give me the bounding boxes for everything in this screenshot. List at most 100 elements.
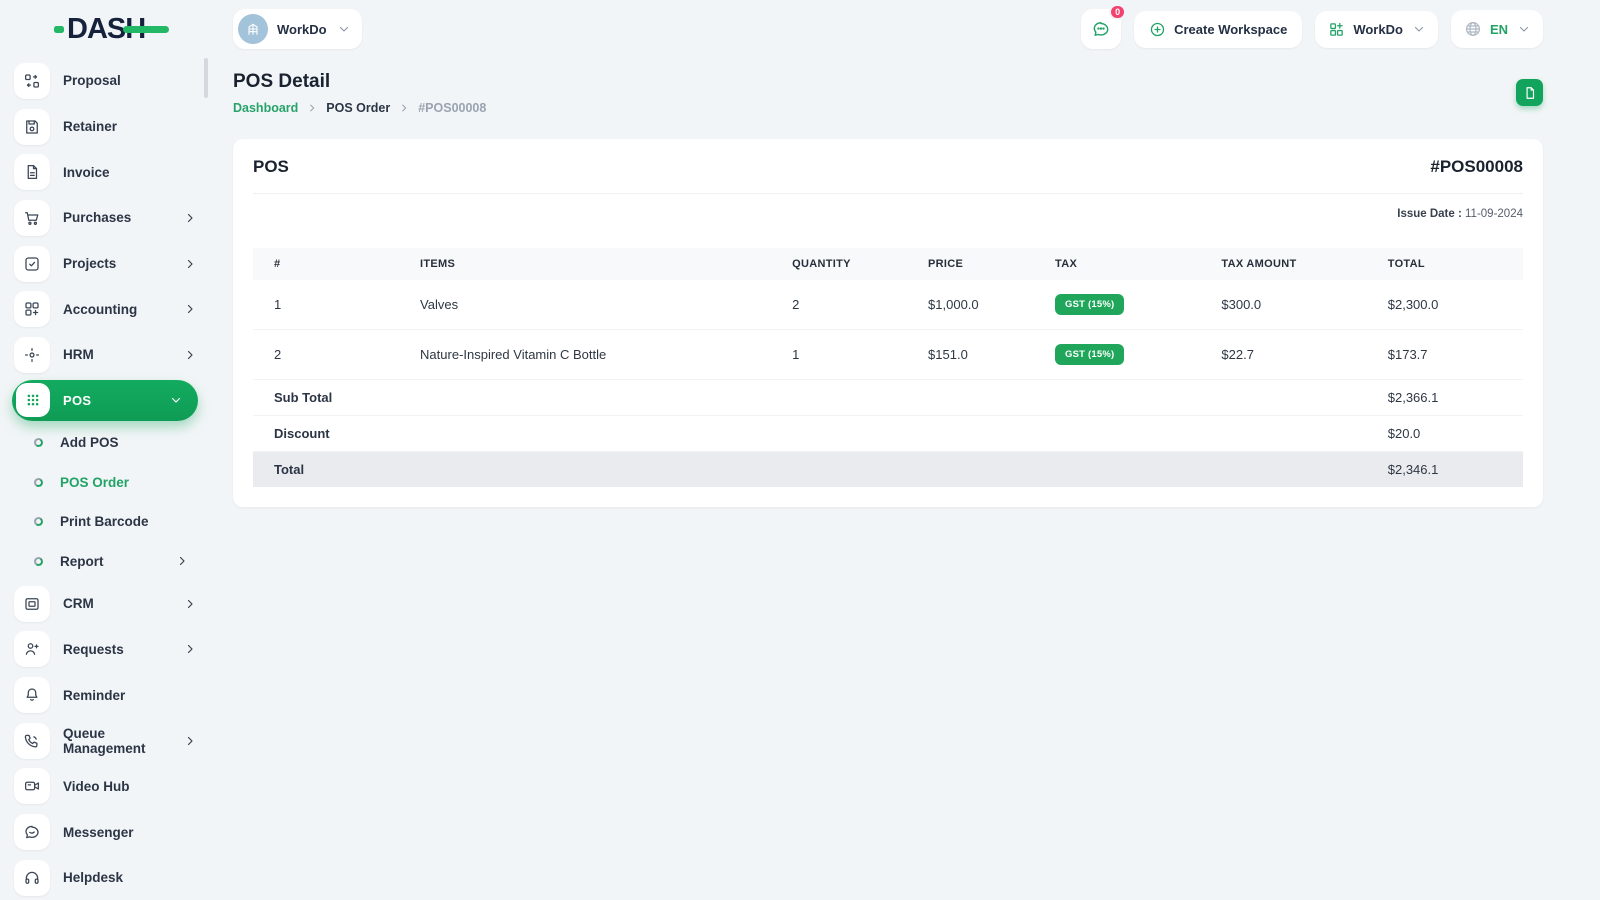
create-workspace-label: Create Workspace: [1174, 21, 1288, 37]
chevron-right-icon: [176, 555, 188, 567]
cart-icon: [14, 199, 50, 236]
chevron-right-icon: [184, 212, 196, 224]
cell-total: $173.7: [1366, 329, 1523, 380]
sidebar-scrollbar[interactable]: [204, 58, 208, 98]
sidebar-item-label: Accounting: [63, 301, 138, 317]
discount-value: $20.0: [1366, 415, 1523, 452]
bullet-icon: [33, 437, 44, 448]
sidebar-item-label: POS: [63, 392, 92, 408]
app-logo[interactable]: DASH: [0, 0, 210, 58]
issue-date-label: Issue Date :: [1397, 208, 1462, 220]
messages-button[interactable]: 0: [1081, 4, 1127, 49]
chevron-down-icon: [338, 23, 350, 35]
sidebar-item-invoice[interactable]: Invoice: [0, 149, 210, 195]
table-row: 1 Valves 2 $1,000.0 GST (15%) $300.0 $2,…: [253, 280, 1523, 330]
sidebar-item-video-hub[interactable]: Video Hub: [0, 764, 210, 810]
cell-item: Valves: [399, 280, 772, 330]
sidebar-item-helpdesk[interactable]: Helpdesk: [0, 855, 210, 900]
workdo-menu-button[interactable]: WorkDo: [1315, 10, 1438, 48]
cell-tax-amount: $300.0: [1200, 280, 1367, 330]
topbar-actions: 0 Create Workspace WorkDo EN: [1081, 4, 1543, 49]
tax-badge: GST (15%): [1055, 294, 1125, 315]
sidebar-nav: Proposal Retainer Invoice Purchases Proj…: [0, 58, 210, 900]
sidebar-item-proposal[interactable]: Proposal: [0, 58, 210, 104]
cell-price: $151.0: [907, 329, 1035, 380]
hrm-icon: [14, 336, 50, 373]
cell-item: Nature-Inspired Vitamin C Bottle: [399, 329, 772, 380]
cell-quantity: 1: [771, 329, 908, 380]
sidebar-item-projects[interactable]: Projects: [0, 241, 210, 287]
sidebar-item-reminder[interactable]: Reminder: [0, 672, 210, 718]
chat-bubble-icon: [1093, 22, 1109, 36]
sidebar-item-crm[interactable]: CRM: [0, 581, 210, 627]
bullet-icon: [33, 476, 44, 488]
cell-quantity: 2: [771, 280, 908, 330]
language-selector[interactable]: EN: [1450, 10, 1543, 48]
file-icon: [1526, 86, 1534, 99]
col-header-tax-amount: TAX AMOUNT: [1221, 258, 1297, 270]
breadcrumb-pos-order[interactable]: POS Order: [326, 101, 390, 115]
table-row: 2 Nature-Inspired Vitamin C Bottle 1 $15…: [253, 329, 1523, 380]
submenu-item-print-barcode[interactable]: Print Barcode: [0, 502, 210, 542]
proposal-icon: [14, 62, 50, 99]
bell-icon: [14, 677, 50, 714]
sidebar-item-hrm[interactable]: HRM: [0, 332, 210, 378]
invoice-icon: [14, 154, 50, 191]
total-label: Total: [253, 451, 1367, 487]
submenu-item-pos-order[interactable]: POS Order: [0, 462, 210, 502]
breadcrumb: Dashboard POS Order #POS00008: [233, 101, 1543, 115]
subtotal-row: Sub Total $2,366.1: [253, 379, 1523, 416]
pos-items-table: # ITEMS QUANTITY PRICE TAX TAX AMOUNT TO…: [253, 248, 1523, 487]
col-header-items: ITEMS: [420, 258, 456, 270]
check-square-icon: [14, 245, 50, 282]
chevron-right-icon: [184, 303, 196, 315]
chevron-right-icon: [184, 258, 196, 270]
sidebar-item-queue-management[interactable]: Queue Management: [0, 718, 210, 764]
cell-total: $2,300.0: [1366, 280, 1523, 330]
create-workspace-button[interactable]: Create Workspace: [1134, 10, 1303, 48]
card-title: POS: [253, 157, 289, 176]
pos-submenu: Add POS POS Order Print Barcode Report: [0, 423, 210, 581]
sidebar-item-pos[interactable]: POS: [12, 379, 198, 421]
submenu-item-label: Add POS: [60, 435, 119, 451]
chevron-right-icon: [399, 103, 409, 113]
sidebar-item-requests[interactable]: Requests: [0, 627, 210, 673]
chevron-down-icon: [170, 394, 182, 406]
chevron-right-icon: [307, 103, 317, 113]
logo-dot-icon: [54, 25, 64, 33]
sidebar-item-label: CRM: [63, 596, 94, 612]
chevron-right-icon: [184, 349, 196, 361]
accounting-grid-icon: [14, 291, 50, 328]
sidebar-item-label: Retainer: [63, 119, 118, 135]
discount-label: Discount: [253, 415, 1367, 452]
chevron-down-icon: [1518, 23, 1530, 35]
globe-icon: [1465, 22, 1480, 36]
cell-price: $1,000.0: [907, 280, 1035, 330]
sidebar-item-retainer[interactable]: Retainer: [0, 104, 210, 150]
card-header: POS #POS00008: [253, 157, 1523, 194]
workspace-avatar: [238, 14, 268, 44]
total-value: $2,346.1: [1366, 451, 1523, 487]
sidebar-item-label: Invoice: [63, 164, 110, 180]
workdo-menu-label: WorkDo: [1353, 21, 1403, 37]
export-pos-button[interactable]: [1516, 79, 1543, 106]
submenu-item-add-pos[interactable]: Add POS: [0, 423, 210, 463]
sidebar-item-messenger[interactable]: Messenger: [0, 809, 210, 855]
page-header: POS Detail Dashboard POS Order #POS00008: [233, 71, 1543, 115]
chevron-right-icon: [184, 643, 196, 655]
plus-circle-icon: [1150, 22, 1165, 36]
submenu-item-report[interactable]: Report: [0, 541, 210, 581]
sidebar-item-label: Messenger: [63, 824, 134, 840]
workspace-selector[interactable]: WorkDo: [233, 9, 362, 49]
message-icon: [14, 814, 50, 851]
subtotal-value: $2,366.1: [1366, 379, 1523, 416]
sidebar-item-purchases[interactable]: Purchases: [0, 195, 210, 241]
subtotal-label: Sub Total: [253, 379, 1367, 416]
sidebar-item-label: Purchases: [63, 210, 132, 226]
sidebar-item-accounting[interactable]: Accounting: [0, 286, 210, 332]
cell-index: 2: [253, 329, 400, 380]
bullet-icon: [33, 516, 44, 527]
breadcrumb-dashboard[interactable]: Dashboard: [233, 101, 298, 115]
messages-count-badge: 0: [1109, 4, 1127, 20]
col-header-index: #: [274, 258, 281, 270]
